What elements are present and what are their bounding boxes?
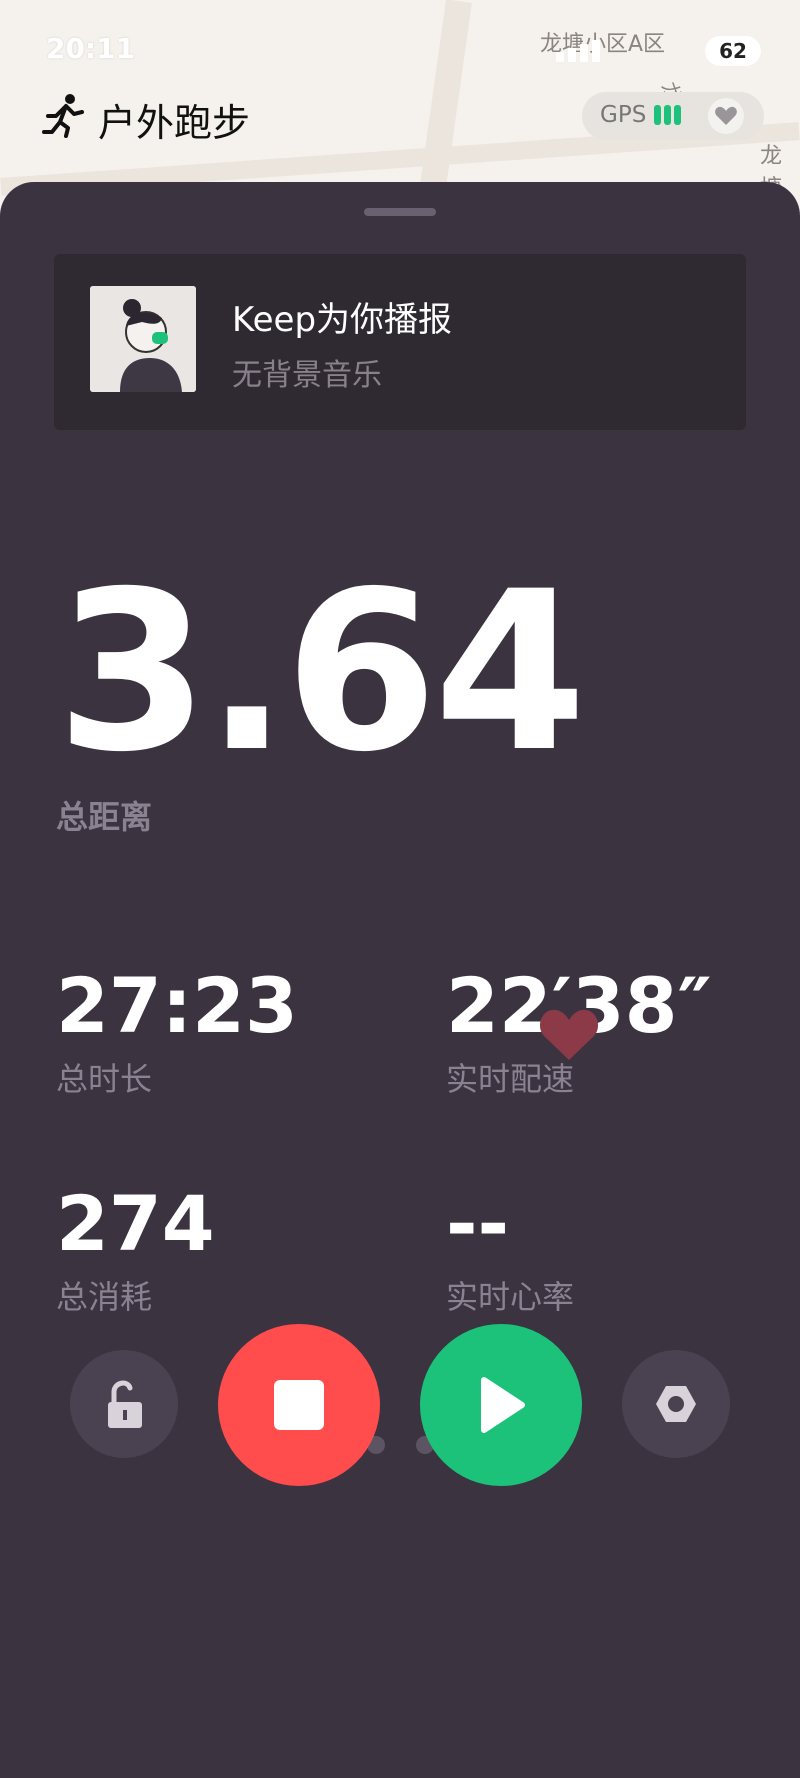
system-status-icons	[556, 40, 696, 64]
heart-rate-device-icon[interactable]	[708, 98, 744, 134]
total-distance-value: 3.64	[56, 544, 587, 800]
status-time: 20:11	[46, 32, 136, 65]
coach-avatar	[90, 286, 196, 392]
heart-rate-label: 实时心率	[446, 1278, 575, 1316]
settings-button[interactable]	[622, 1350, 730, 1458]
unlock-icon	[108, 1380, 142, 1428]
stop-icon	[274, 1380, 324, 1430]
music-status: 无背景音乐	[232, 358, 382, 393]
total-duration-label: 总时长	[56, 1060, 153, 1098]
heart-icon	[539, 1009, 599, 1060]
gps-signal-icon	[654, 105, 684, 129]
page-title: 户外跑步	[98, 101, 251, 145]
battery-indicator: 62	[705, 36, 761, 66]
resume-button[interactable]	[420, 1324, 582, 1486]
heart-outline-icon	[715, 106, 737, 125]
drag-handle[interactable]	[364, 208, 436, 216]
unlock-button[interactable]	[70, 1350, 178, 1458]
voice-broadcast-card[interactable]: Keep为你播报 无背景音乐	[54, 254, 746, 430]
total-distance-label: 总距离	[56, 798, 153, 836]
workout-panel: Keep为你播报 无背景音乐 3.64 总距离 27:23 总时长 22′38″…	[0, 182, 800, 1778]
play-icon	[481, 1377, 525, 1433]
total-calories-label: 总消耗	[56, 1278, 153, 1316]
heart-rate-value: --	[446, 1179, 510, 1268]
settings-icon	[656, 1386, 696, 1422]
total-calories-value: 274	[56, 1179, 215, 1268]
gps-status-pill[interactable]: GPS	[582, 92, 764, 140]
total-duration-value: 27:23	[56, 961, 298, 1050]
gps-label: GPS	[600, 102, 647, 128]
stop-button[interactable]	[218, 1324, 380, 1486]
runner-icon	[42, 94, 84, 138]
broadcast-title: Keep为你播报	[232, 300, 453, 340]
